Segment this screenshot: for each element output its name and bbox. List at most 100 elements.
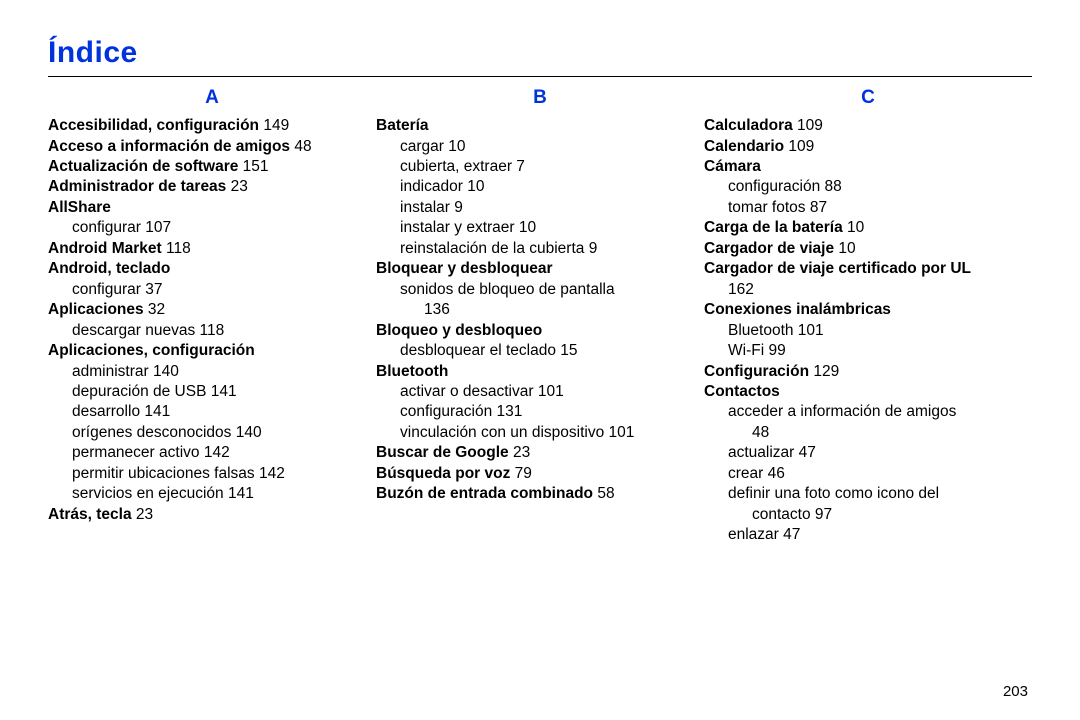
index-subentry: acceder a información de amigos — [728, 403, 956, 420]
index-term: Buzón de entrada combinado — [376, 485, 593, 502]
index-term: Carga de la batería — [704, 219, 843, 236]
index-entry: tomar fotos 87 — [728, 198, 1032, 218]
index-entry: indicador 10 — [400, 177, 704, 197]
index-term: Cámara — [704, 158, 761, 175]
index-entry: Búsqueda por voz 79 — [376, 464, 704, 484]
index-page-ref: 118 — [162, 240, 191, 257]
index-term: Atrás, tecla — [48, 506, 132, 523]
index-term: Cargador de viaje certificado por UL — [704, 260, 971, 277]
index-term: AllShare — [48, 199, 111, 216]
index-page-ref: 109 — [784, 138, 814, 155]
index-entry: Cámara — [704, 157, 1032, 177]
index-term: Bloqueo y desbloqueo — [376, 322, 542, 339]
index-page-ref: 129 — [809, 363, 839, 380]
index-entry: cargar 10 — [400, 137, 704, 157]
index-page-ref: 99 — [764, 342, 786, 359]
index-entry: Bluetooth 101 — [728, 321, 1032, 341]
index-term: Accesibilidad, configuración — [48, 117, 259, 134]
index-subentry: configurar — [72, 281, 141, 298]
index-entry: sonidos de bloqueo de pantalla — [400, 280, 704, 300]
index-entry: Conexiones inalámbricas — [704, 300, 1032, 320]
index-title: Índice — [48, 36, 1032, 70]
index-term: Calculadora — [704, 117, 793, 134]
index-entry: Buscar de Google 23 — [376, 443, 704, 463]
index-entry: instalar y extraer 10 — [400, 218, 704, 238]
index-term: Bloquear y desbloquear — [376, 260, 553, 277]
index-entry: depuración de USB 141 — [72, 382, 376, 402]
index-entry: desarrollo 141 — [72, 402, 376, 422]
index-subentry: Bluetooth — [728, 322, 794, 339]
index-subentry: configuración — [400, 403, 492, 420]
index-subentry: desbloquear el teclado — [400, 342, 556, 359]
index-page-ref: 101 — [604, 424, 634, 441]
index-page-ref: 97 — [811, 506, 833, 523]
section-letter: B — [376, 85, 704, 110]
index-subentry: Wi-Fi — [728, 342, 764, 359]
index-page-ref: 140 — [231, 424, 261, 441]
index-subentry: servicios en ejecución — [72, 485, 224, 502]
index-entry: Calculadora 109 — [704, 116, 1032, 136]
index-term: Actualización de software — [48, 158, 238, 175]
index-entry: Actualización de software 151 — [48, 157, 376, 177]
index-page-ref: 7 — [512, 158, 525, 175]
index-entry: vinculación con un dispositivo 101 — [400, 423, 704, 443]
index-entry: instalar 9 — [400, 198, 704, 218]
index-term: Aplicaciones — [48, 301, 144, 318]
index-page-ref: 107 — [141, 219, 171, 236]
index-page-ref: 10 — [444, 138, 466, 155]
index-entry: Android, teclado — [48, 259, 376, 279]
index-entry: Bloqueo y desbloqueo — [376, 321, 704, 341]
index-entry: enlazar 47 — [728, 525, 1032, 545]
index-entry: permanecer activo 142 — [72, 443, 376, 463]
index-subentry: crear — [728, 465, 763, 482]
index-entry: Carga de la batería 10 — [704, 218, 1032, 238]
index-page-ref: 48 — [752, 424, 769, 441]
index-entry: actualizar 47 — [728, 443, 1032, 463]
index-subentry: reinstalación de la cubierta — [400, 240, 584, 257]
index-subentry: permanecer activo — [72, 444, 200, 461]
index-entry: configuración 88 — [728, 177, 1032, 197]
index-page-ref: 10 — [834, 240, 856, 257]
index-entry: Calendario 109 — [704, 137, 1032, 157]
index-entry: reinstalación de la cubierta 9 — [400, 239, 704, 259]
index-entry: administrar 140 — [72, 362, 376, 382]
index-page-ref: 46 — [763, 465, 785, 482]
index-page-ref: 87 — [806, 199, 828, 216]
index-subentry: activar o desactivar — [400, 383, 534, 400]
index-subentry: configuración — [728, 178, 820, 195]
index-page-ref: 101 — [534, 383, 564, 400]
index-column: BBateríacargar 10cubierta, extraer 7indi… — [376, 85, 704, 546]
index-page-ref: 149 — [259, 117, 289, 134]
index-term: Android, teclado — [48, 260, 170, 277]
index-page-ref: 136 — [424, 301, 450, 318]
index-subentry: administrar — [72, 363, 149, 380]
index-entry: Bloquear y desbloquear — [376, 259, 704, 279]
index-entry: Acceso a información de amigos 48 — [48, 137, 376, 157]
index-entry: 136 — [424, 300, 704, 320]
index-entry: Configuración 129 — [704, 362, 1032, 382]
index-entry: Aplicaciones, configuración — [48, 341, 376, 361]
index-page-ref: 79 — [510, 465, 532, 482]
index-entry: definir una foto como icono del — [728, 484, 1032, 504]
index-term: Android Market — [48, 240, 162, 257]
index-column: CCalculadora 109Calendario 109Cámaraconf… — [704, 85, 1032, 546]
index-entry: Cargador de viaje certificado por UL — [704, 259, 1032, 279]
title-rule — [48, 76, 1032, 77]
index-subentry: definir una foto como icono del — [728, 485, 939, 502]
index-entry: Accesibilidad, configuración 149 — [48, 116, 376, 136]
index-term: Acceso a información de amigos — [48, 138, 290, 155]
index-entry: Wi-Fi 99 — [728, 341, 1032, 361]
index-subentry: configurar — [72, 219, 141, 236]
index-page-ref: 9 — [450, 199, 463, 216]
index-term: Aplicaciones, configuración — [48, 342, 255, 359]
index-page-ref: 23 — [509, 444, 531, 461]
index-subentry: instalar — [400, 199, 450, 216]
index-columns: AAccesibilidad, configuración 149Acceso … — [48, 85, 1032, 546]
index-entry: Bluetooth — [376, 362, 704, 382]
index-page-ref: 10 — [843, 219, 865, 236]
index-entry: orígenes desconocidos 140 — [72, 423, 376, 443]
index-entry: Contactos — [704, 382, 1032, 402]
index-term: Conexiones inalámbricas — [704, 301, 891, 318]
index-page-ref: 23 — [226, 178, 248, 195]
index-subentry: sonidos de bloqueo de pantalla — [400, 281, 615, 298]
